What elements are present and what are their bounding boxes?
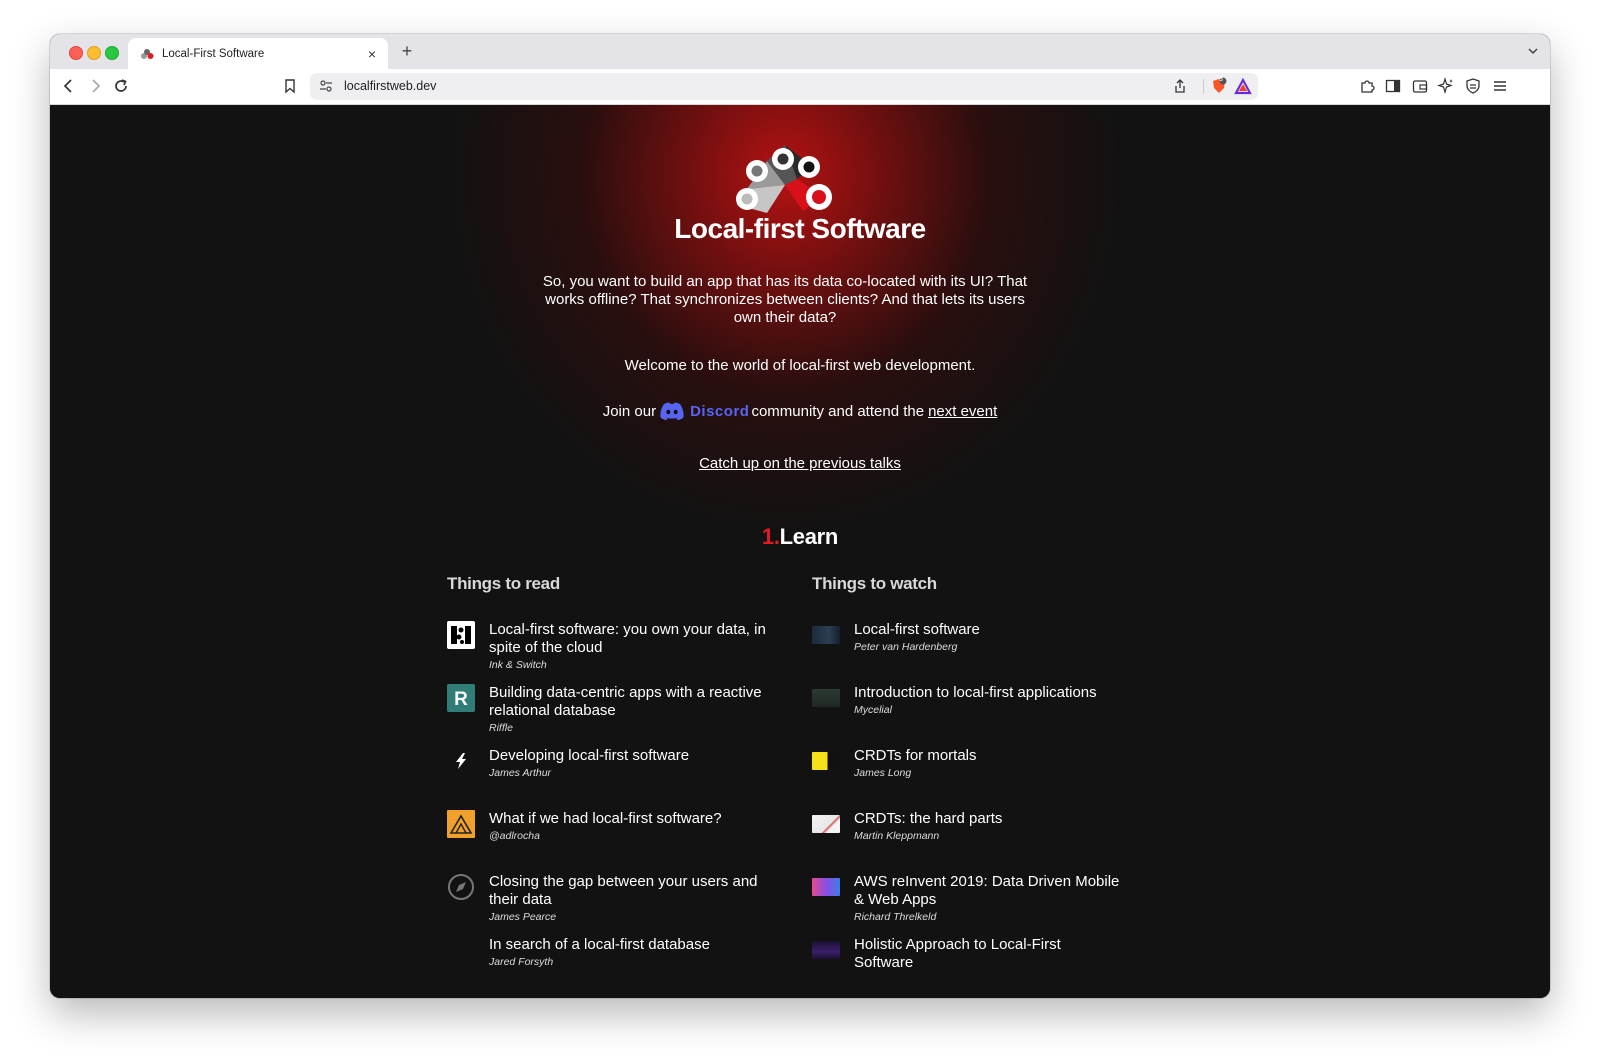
tab-title: Local-First Software [162, 47, 265, 60]
read-item-source: Riffle [489, 722, 513, 734]
read-item-title: In search of a local-first database [489, 936, 710, 953]
extensions-icon[interactable] [1358, 77, 1376, 95]
riffle-icon: R [447, 684, 475, 712]
shield-count-badge: 3 [1219, 76, 1223, 83]
tab-close-button[interactable]: × [364, 46, 380, 62]
watch-item-source: Richard Threlkeld [854, 911, 937, 923]
browser-toolbar: localfirstweb.dev 3 [50, 69, 1550, 105]
watch-item-title: AWS reInvent 2019: Data Driven Mobile & … [854, 873, 1120, 908]
tab-strip: Local-First Software × + [50, 34, 1550, 69]
join-line: Join our Discord community and attend th… [50, 401, 1550, 421]
video-thumbnail [812, 878, 840, 896]
discord-link[interactable]: Discord [659, 401, 749, 421]
read-item-source: Jared Forsyth [489, 956, 554, 968]
divider [1203, 79, 1204, 94]
read-item-source: Ink & Switch [489, 659, 547, 671]
things-to-watch-heading: Things to watch [812, 574, 937, 593]
watch-item-source: Peter van Hardenberg [854, 641, 958, 653]
back-arrow-icon[interactable] [60, 77, 78, 95]
substack-icon [447, 810, 475, 838]
things-to-read-heading: Things to read [447, 574, 560, 593]
read-item[interactable]: What if we had local-first software? @ad… [447, 810, 767, 842]
read-item-source: James Arthur [489, 767, 552, 779]
read-item[interactable]: Closing the gap between your users and t… [447, 873, 767, 923]
ink-and-switch-icon [447, 621, 475, 649]
video-thumbnail [812, 626, 840, 644]
read-item-title: What if we had local-first software? [489, 810, 722, 827]
new-tab-button[interactable]: + [398, 42, 416, 60]
reload-icon[interactable] [112, 77, 130, 95]
join-middle: community and attend the [751, 402, 925, 420]
previous-talks-link[interactable]: Catch up on the previous talks [699, 455, 901, 472]
read-item-title: Developing local-first software [489, 747, 690, 764]
video-thumbnail [812, 752, 840, 770]
watch-item-title: Local-first software [854, 621, 980, 638]
watch-item[interactable]: AWS reInvent 2019: Data Driven Mobile & … [812, 873, 1122, 923]
minimize-window-button[interactable] [87, 46, 101, 60]
tab-local-first-software[interactable]: Local-First Software × [128, 38, 388, 69]
read-item[interactable]: Developing local-first software James Ar… [447, 747, 767, 779]
read-item-source: @adlrocha [489, 830, 540, 842]
leo-ai-icon[interactable] [1437, 77, 1455, 95]
video-thumbnail [812, 941, 840, 959]
video-thumbnail [812, 815, 840, 833]
watch-item[interactable]: Holistic Approach to Local-First Softwar… [812, 936, 1122, 974]
talks-line: Catch up on the previous talks [50, 455, 1550, 472]
local-first-logo-icon [736, 145, 832, 213]
bookmark-icon[interactable] [281, 77, 299, 95]
svg-text:R: R [454, 689, 468, 710]
read-item-title: Local-first software: you own your data,… [489, 621, 766, 656]
blank-icon [447, 936, 475, 964]
read-item-title: Closing the gap between your users and t… [489, 873, 758, 908]
intro-text: So, you want to build an app that has it… [542, 273, 1028, 326]
watch-item-title: CRDTs: the hard parts [854, 810, 1003, 827]
brave-rewards-icon[interactable] [1234, 78, 1252, 95]
watch-item-source: Martin Kleppmann [854, 830, 940, 842]
discord-wordmark: Discord [690, 402, 750, 420]
video-thumbnail [812, 689, 840, 707]
watch-item[interactable]: CRDTs for mortals James Long [812, 747, 1122, 779]
zoom-window-button[interactable] [105, 46, 119, 60]
site-settings-icon[interactable] [319, 79, 333, 93]
watch-item-source: James Long [854, 767, 912, 779]
next-event-link[interactable]: next event [928, 403, 997, 420]
url-text: localfirstweb.dev [344, 79, 437, 93]
welcome-text: Welcome to the world of local-first web … [624, 357, 976, 374]
close-window-button[interactable] [69, 46, 83, 60]
read-item-source: James Pearce [489, 911, 557, 923]
watch-item[interactable]: Local-first software Peter van Hardenber… [812, 621, 1122, 653]
electric-icon [456, 753, 466, 769]
watch-item-title: Introduction to local-first applications [854, 684, 1097, 701]
watch-item-title: CRDTs for mortals [854, 747, 977, 764]
discord-icon [660, 402, 684, 421]
watch-item-source: Mycelial [854, 704, 892, 716]
learn-section-title: 1.Learn [50, 524, 1550, 550]
wallet-icon[interactable] [1411, 77, 1429, 95]
read-item-title: Building data-centric apps with a reacti… [489, 684, 762, 719]
page-content: Local-first Software So, you want to bui… [50, 105, 1550, 998]
address-bar[interactable]: localfirstweb.dev 3 [310, 73, 1258, 100]
section-label: Learn [779, 524, 839, 549]
watch-item[interactable]: Introduction to local-first applications… [812, 684, 1122, 716]
menu-icon[interactable] [1491, 77, 1509, 95]
watch-item-title: Holistic Approach to Local-First Softwar… [854, 936, 1061, 971]
watch-item[interactable]: CRDTs: the hard parts Martin Kleppmann [812, 810, 1122, 842]
vpn-shield-icon[interactable] [1464, 77, 1482, 95]
site-title: Local-first Software [674, 213, 926, 244]
browser-window: Local-First Software × + localfirstweb.d… [50, 34, 1550, 998]
read-item[interactable]: Local-first software: you own your data,… [447, 621, 767, 671]
sidebar-icon[interactable] [1384, 77, 1402, 95]
forward-arrow-icon[interactable] [86, 77, 104, 95]
compass-icon [448, 874, 474, 900]
favicon-icon [141, 48, 154, 59]
read-item[interactable]: In search of a local-first database Jare… [447, 936, 767, 968]
section-number: 1. [761, 524, 780, 549]
join-prefix: Join our [602, 402, 657, 420]
read-item[interactable]: R Building data-centric apps with a reac… [447, 684, 767, 734]
chevron-down-icon[interactable] [1526, 44, 1540, 58]
share-icon[interactable] [1172, 78, 1188, 94]
